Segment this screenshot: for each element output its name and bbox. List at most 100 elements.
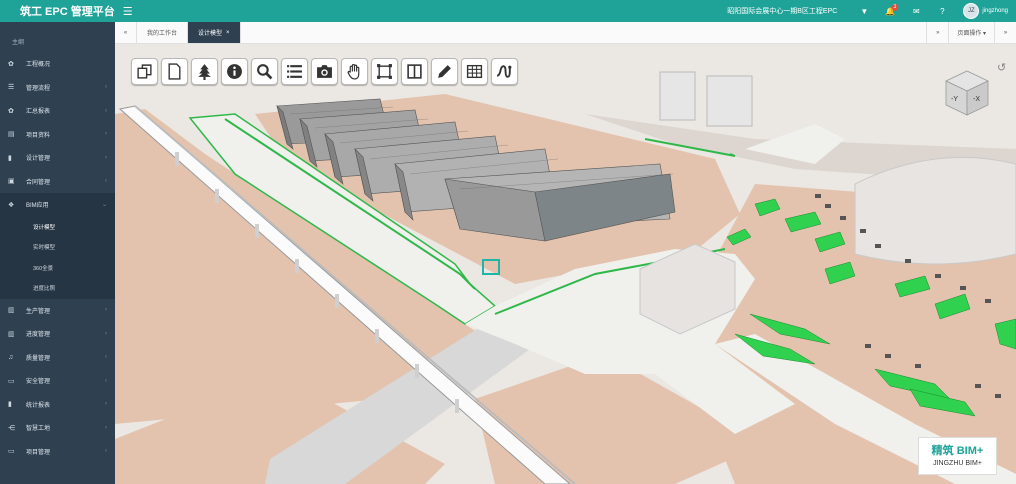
help-icon[interactable]: ?	[929, 7, 955, 16]
view-cube[interactable]: -Y -X	[942, 68, 992, 118]
chevron-left-icon: ‹	[105, 330, 107, 337]
chevron-left-icon: ‹	[105, 107, 107, 114]
sidebar-item-label: 项目管理	[26, 449, 51, 456]
watermark-en: JINGZHU BIM+	[933, 460, 982, 467]
watermark-logo: 精筑 BIM+ JINGZHU BIM+	[918, 437, 997, 475]
chevron-left-icon: ‹	[105, 424, 107, 431]
bim-viewer[interactable]: -Y -X ↺ 精筑 BIM+ JINGZHU BIM+	[115, 44, 1016, 484]
briefcase-icon: ▣	[8, 178, 15, 186]
fit-icon[interactable]	[371, 58, 398, 85]
document-icon[interactable]	[161, 58, 188, 85]
notification-badge: 3	[891, 3, 899, 11]
hand-icon[interactable]	[341, 58, 368, 85]
sidebar-item-label: 质量管理	[26, 355, 51, 362]
monitor-icon: ▭	[8, 448, 15, 456]
project-title[interactable]: 昭阳国际会展中心一期B区工程EPC	[727, 6, 837, 16]
camera-icon[interactable]	[311, 58, 338, 85]
tab-workbench[interactable]: 我的工作台	[137, 22, 189, 43]
pencil-icon[interactable]	[431, 58, 458, 85]
undo-icon[interactable]: ↺	[997, 61, 1006, 74]
grid-icon[interactable]	[461, 58, 488, 85]
book-icon: ▮	[8, 154, 12, 162]
tab-label: 设计模型	[198, 31, 223, 37]
clone-icon[interactable]	[131, 58, 158, 85]
bank-icon: ▥	[8, 330, 15, 338]
sidebar: 主纲 ✿ 工程概况 ☰ 管理流程 ‹ ✿ 汇总报表 ‹ ▤ 项目资料 ‹ ▮ 设计管理 ‹ ▣ 合同…	[0, 22, 115, 484]
tower-2	[706, 75, 753, 127]
tab-label: 我的工作台	[147, 31, 178, 37]
sidebar-section-title: 主纲	[12, 40, 25, 46]
sidebar-item-smart-site[interactable]: ⋲ 智慧工地 ‹	[0, 416, 115, 440]
brand[interactable]: 筑工 EPC 管理平台 ☰	[0, 3, 133, 19]
sidebar-item-label: 汇总报表	[26, 109, 51, 116]
flow-icon: ☰	[8, 84, 15, 92]
bell-icon[interactable]: 🔔 3	[877, 3, 903, 16]
sidebar-item-label: 进度管理	[26, 332, 51, 339]
tab-scroll-right-button[interactable]: »	[926, 22, 948, 43]
page-operations-dropdown[interactable]: 页面操作 ▾	[948, 22, 994, 43]
avatar[interactable]: JZ	[963, 3, 980, 19]
chevron-left-icon: ‹	[105, 178, 107, 185]
tower-1	[659, 71, 696, 121]
bar-chart-icon: ▮	[8, 401, 12, 409]
sidebar-subitem-panorama[interactable]: 360全景	[0, 257, 115, 278]
tab-bar: « 我的工作台 设计模型 × » 页面操作 ▾ »	[115, 22, 1016, 44]
bell-icon: ♫	[8, 353, 14, 361]
sidebar-item-label: 项目资料	[26, 132, 51, 139]
chevron-left-icon: ‹	[105, 307, 107, 314]
tree-icon[interactable]	[191, 58, 218, 85]
sidebar-item-schedule[interactable]: ▥ 进度管理 ‹	[0, 322, 115, 346]
sidebar-item-production[interactable]: ▥ 生产管理 ‹	[0, 299, 115, 323]
path-icon[interactable]	[491, 58, 518, 85]
sidebar-item-bim[interactable]: ❖ BIM应用 ⌄	[0, 193, 115, 217]
info-icon[interactable]	[221, 58, 248, 85]
sidebar-item-label: BIM应用	[26, 203, 49, 210]
filter-icon[interactable]: ▼	[851, 7, 877, 16]
gear-icon: ✿	[8, 107, 14, 115]
viewcube-label-x: -X	[973, 96, 980, 103]
watermark-cn: 精筑 BIM+	[931, 445, 984, 457]
sidebar-item-label: 设计管理	[26, 156, 51, 163]
chevron-left-icon: ‹	[105, 377, 107, 384]
bim-scene[interactable]	[115, 44, 1016, 484]
tab-design-model[interactable]: 设计模型 ×	[188, 22, 241, 43]
close-icon[interactable]: ×	[226, 30, 230, 36]
chevron-left-icon: ‹	[105, 448, 107, 455]
sidebar-subitem-design-model[interactable]: 设计模型	[0, 216, 115, 237]
sidebar-subitem-live-model[interactable]: 实时模型	[0, 237, 115, 258]
chevron-left-icon: ‹	[105, 84, 107, 91]
top-bar: 筑工 EPC 管理平台 ☰ 昭阳国际会展中心一期B区工程EPC ▼ 🔔 3 ✉ ?…	[0, 0, 1016, 22]
sidebar-item-overview[interactable]: ✿ 工程概况	[0, 52, 115, 76]
username[interactable]: jingzhong	[982, 8, 1008, 14]
tab-close-all-button[interactable]: »	[994, 22, 1016, 43]
list-icon[interactable]	[281, 58, 308, 85]
split-icon[interactable]	[401, 58, 428, 85]
monitor-icon: ▭	[8, 377, 15, 385]
brand-title: 筑工 EPC 管理平台	[20, 6, 115, 18]
search-icon[interactable]	[251, 58, 278, 85]
sidebar-item-label: 管理流程	[26, 85, 51, 92]
sidebar-item-contracts[interactable]: ▣ 合同管理 ‹	[0, 170, 115, 194]
sidebar-item-quality[interactable]: ♫ 质量管理 ‹	[0, 346, 115, 370]
chevron-down-icon: ⌄	[101, 202, 107, 209]
sidebar-item-label: 智慧工地	[26, 426, 51, 433]
sidebar-subitem-progress-compare[interactable]: 进度比照	[0, 278, 115, 299]
sidebar-item-safety[interactable]: ▭ 安全管理 ‹	[0, 369, 115, 393]
hamburger-icon[interactable]: ☰	[123, 5, 133, 18]
chevron-left-icon: ‹	[105, 401, 107, 408]
tab-scroll-left-button[interactable]: «	[115, 22, 137, 43]
viewcube-label-y: -Y	[951, 96, 958, 103]
share-icon: ⋲	[8, 424, 15, 432]
sidebar-item-reports[interactable]: ✿ 汇总报表 ‹	[0, 99, 115, 123]
sidebar-item-label: 统计报表	[26, 402, 51, 409]
sidebar-item-project[interactable]: ▭ 项目管理 ‹	[0, 440, 115, 464]
sidebar-item-design[interactable]: ▮ 设计管理 ‹	[0, 146, 115, 170]
sidebar-item-label: 工程概况	[26, 62, 51, 69]
mail-icon[interactable]: ✉	[903, 7, 929, 16]
tab-spacer	[241, 22, 927, 43]
sidebar-item-process[interactable]: ☰ 管理流程 ‹	[0, 76, 115, 100]
sidebar-item-statistics[interactable]: ▮ 统计报表 ‹	[0, 393, 115, 417]
sidebar-item-label: 生产管理	[26, 308, 51, 315]
chevron-left-icon: ‹	[105, 154, 107, 161]
sidebar-item-documents[interactable]: ▤ 项目资料 ‹	[0, 123, 115, 147]
